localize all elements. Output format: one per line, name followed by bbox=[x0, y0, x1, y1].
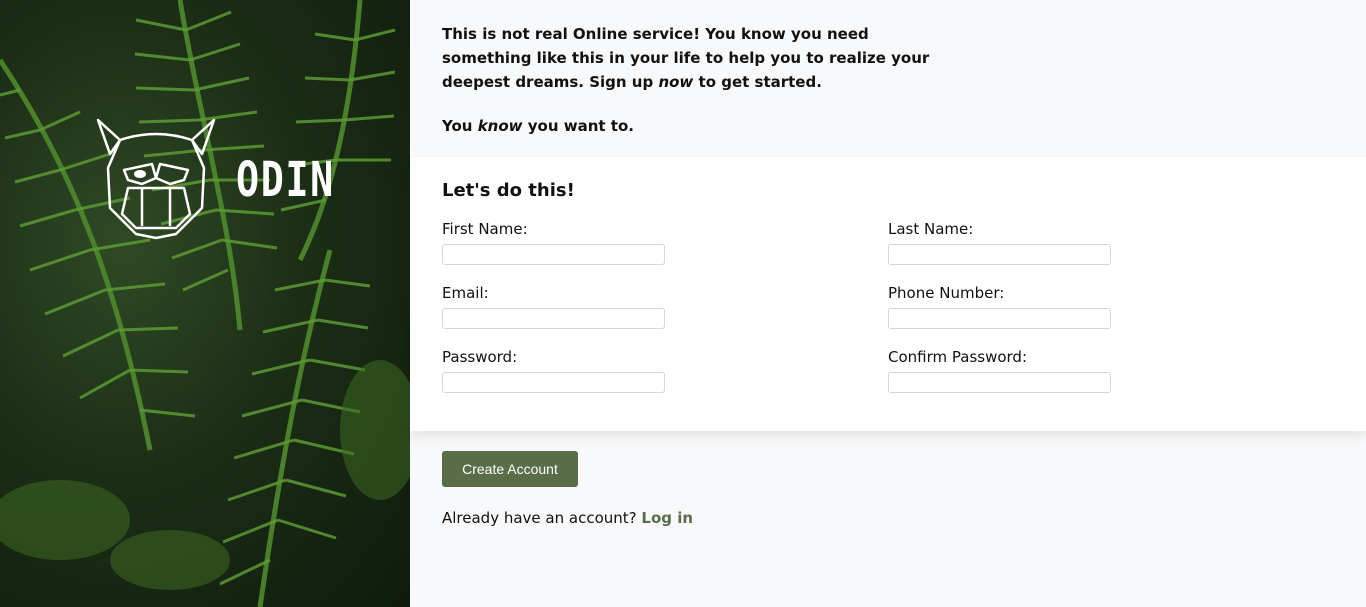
signup-main: This is not real Online service! You kno… bbox=[410, 0, 1366, 607]
last-name-label: Last Name: bbox=[888, 220, 974, 238]
intro-section: This is not real Online service! You kno… bbox=[410, 0, 1366, 157]
email-label: Email: bbox=[442, 284, 489, 302]
confirm-password-field: Confirm Password: bbox=[888, 347, 1334, 393]
password-field: Password: bbox=[442, 347, 888, 393]
first-name-label: First Name: bbox=[442, 220, 528, 238]
brand-logo: ODIN bbox=[94, 118, 360, 242]
create-account-button[interactable]: Create Account bbox=[442, 451, 578, 487]
phone-input[interactable] bbox=[888, 308, 1111, 329]
confirm-password-label: Confirm Password: bbox=[888, 348, 1028, 366]
email-field: Email: bbox=[442, 283, 888, 329]
email-input[interactable] bbox=[442, 308, 665, 329]
signup-form-card: Let's do this! First Name: Last Name: Em… bbox=[410, 157, 1366, 431]
fern-background-image bbox=[0, 0, 410, 607]
first-name-input[interactable] bbox=[442, 244, 665, 265]
first-name-field: First Name: bbox=[442, 219, 888, 265]
login-link[interactable]: Log in bbox=[641, 509, 693, 527]
phone-field: Phone Number: bbox=[888, 283, 1334, 329]
confirm-password-input[interactable] bbox=[888, 372, 1111, 393]
form-actions: Create Account Already have an account? … bbox=[410, 431, 1366, 527]
password-label: Password: bbox=[442, 348, 518, 366]
intro-paragraph: This is not real Online service! You kno… bbox=[442, 25, 930, 91]
signup-form-grid: First Name: Last Name: Email: Phone Numb… bbox=[442, 219, 1334, 393]
password-input[interactable] bbox=[442, 372, 665, 393]
phone-label: Phone Number: bbox=[888, 284, 1005, 302]
brand-name: ODIN bbox=[236, 152, 335, 208]
hero-image-panel: ODIN bbox=[0, 0, 410, 607]
viking-helmet-logo-icon bbox=[96, 118, 216, 240]
form-heading: Let's do this! bbox=[442, 180, 575, 201]
login-prompt: Already have an account? Log in bbox=[442, 509, 694, 527]
last-name-field: Last Name: bbox=[888, 219, 1334, 265]
last-name-input[interactable] bbox=[888, 244, 1111, 265]
intro-tagline: You know you want to. bbox=[442, 117, 634, 135]
